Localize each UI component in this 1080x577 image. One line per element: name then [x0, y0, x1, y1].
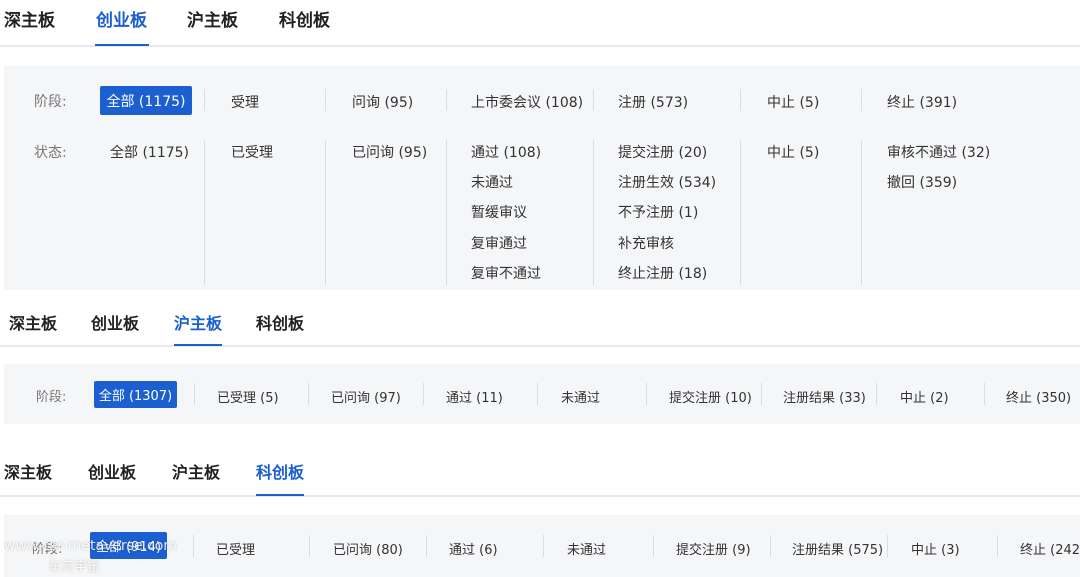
stage-all-chip[interactable]: 全部 (914) — [90, 532, 167, 559]
status-review-rejected[interactable]: 审核不通过 (32) — [887, 142, 990, 162]
tab-star-market[interactable]: 科创板 — [256, 459, 304, 483]
status-label: 状态: — [34, 145, 67, 161]
stage-inquired[interactable]: 已问询 (80) — [333, 539, 403, 558]
divider — [446, 89, 447, 111]
status-meeting-fail[interactable]: 未通过 — [471, 172, 513, 192]
stage-listing-committee[interactable]: 上市委会议 (108) — [471, 92, 583, 112]
stage-accepted[interactable]: 受理 — [231, 92, 259, 112]
stage-pass[interactable]: 通过 (6) — [449, 539, 498, 558]
status-reg-denied[interactable]: 不予注册 (1) — [618, 202, 698, 222]
stage-reg-result[interactable]: 注册结果 (575) — [792, 539, 883, 558]
status-reg-supplement[interactable]: 补充审核 — [618, 233, 674, 253]
stage-all-chip[interactable]: 全部 (1307) — [94, 381, 177, 408]
divider — [309, 535, 310, 557]
divider — [204, 140, 205, 285]
active-tab-indicator — [174, 344, 222, 346]
stage-registration[interactable]: 注册 (573) — [618, 92, 688, 112]
status-meeting-review-fail[interactable]: 复审不通过 — [471, 263, 541, 283]
status-accepted[interactable]: 已受理 — [231, 142, 273, 162]
stage-reg-submitted[interactable]: 提交注册 (10) — [669, 387, 752, 406]
stage-fail[interactable]: 未通过 — [561, 387, 600, 406]
stage-label: 阶段: — [36, 390, 67, 405]
divider — [537, 383, 538, 405]
divider — [325, 89, 326, 111]
divider — [593, 89, 594, 111]
divider — [423, 383, 424, 405]
stage-reg-result[interactable]: 注册结果 (33) — [783, 387, 866, 406]
stage-accepted[interactable]: 已受理 (5) — [217, 387, 279, 406]
tab-shenzhen-main[interactable]: 深主板 — [4, 459, 52, 483]
stage-terminated[interactable]: 终止 (391) — [887, 92, 957, 112]
divider — [646, 383, 647, 405]
divider — [861, 140, 862, 285]
divider — [653, 535, 654, 557]
stage-fail[interactable]: 未通过 — [567, 539, 606, 558]
divider — [426, 535, 427, 557]
active-tab-indicator — [95, 44, 149, 46]
tab-shenzhen-main[interactable]: 深主板 — [4, 6, 55, 31]
stage-terminated[interactable]: 终止 (242) — [1020, 539, 1080, 558]
tab-shanghai-main[interactable]: 沪主板 — [172, 459, 220, 483]
tab-shanghai-main[interactable]: 沪主板 — [187, 6, 238, 31]
stage-suspended[interactable]: 中止 (3) — [911, 539, 960, 558]
stage-inquired[interactable]: 已问询 (97) — [331, 387, 401, 406]
divider — [887, 535, 888, 557]
status-reg-effective[interactable]: 注册生效 (534) — [618, 172, 716, 192]
active-tab-indicator — [256, 494, 304, 496]
status-meeting-deferred[interactable]: 暂缓审议 — [471, 202, 527, 222]
status-inquired[interactable]: 已问询 (95) — [352, 142, 427, 162]
tab-divider — [0, 45, 1080, 47]
divider — [997, 535, 998, 557]
stage-pass[interactable]: 通过 (11) — [446, 387, 503, 406]
stage-all-chip[interactable]: 全部 (1175) — [100, 86, 192, 115]
status-suspended[interactable]: 中止 (5) — [767, 142, 819, 162]
divider — [325, 140, 326, 285]
divider — [194, 383, 195, 405]
divider — [861, 89, 862, 111]
tab-chinext[interactable]: 创业板 — [96, 6, 147, 31]
status-reg-submitted[interactable]: 提交注册 (20) — [618, 142, 707, 162]
divider — [984, 383, 985, 405]
divider — [740, 140, 741, 285]
divider — [770, 535, 771, 557]
stage-accepted[interactable]: 已受理 — [216, 539, 255, 558]
status-reg-terminated[interactable]: 终止注册 (18) — [618, 263, 707, 283]
tab-chinext[interactable]: 创业板 — [91, 310, 139, 334]
stage-label: 阶段: — [34, 94, 67, 110]
divider — [308, 383, 309, 405]
divider — [593, 140, 594, 285]
status-meeting-pass[interactable]: 通过 (108) — [471, 142, 541, 162]
status-all[interactable]: 全部 (1175) — [110, 142, 189, 162]
divider — [446, 140, 447, 285]
tab-shanghai-main[interactable]: 沪主板 — [174, 310, 222, 334]
divider — [204, 89, 205, 111]
status-withdrawn[interactable]: 撤回 (359) — [887, 172, 957, 192]
tab-divider — [0, 495, 1080, 497]
divider — [740, 89, 741, 111]
divider — [761, 383, 762, 405]
tab-chinext[interactable]: 创业板 — [88, 459, 136, 483]
divider — [876, 383, 877, 405]
stage-terminated[interactable]: 终止 (350) — [1006, 387, 1071, 406]
tab-star-market[interactable]: 科创板 — [256, 310, 304, 334]
tab-star-market[interactable]: 科创板 — [279, 6, 330, 31]
stage-inquiry[interactable]: 问询 (95) — [352, 92, 413, 112]
stage-suspended[interactable]: 中止 (5) — [767, 92, 819, 112]
tab-divider — [0, 345, 1080, 347]
divider — [193, 535, 194, 557]
stage-label: 阶段: — [32, 542, 63, 557]
stage-reg-submitted[interactable]: 提交注册 (9) — [676, 539, 751, 558]
status-meeting-review-pass[interactable]: 复审通过 — [471, 233, 527, 253]
tab-shenzhen-main[interactable]: 深主板 — [9, 310, 57, 334]
stage-suspended[interactable]: 中止 (2) — [900, 387, 949, 406]
divider — [543, 535, 544, 557]
